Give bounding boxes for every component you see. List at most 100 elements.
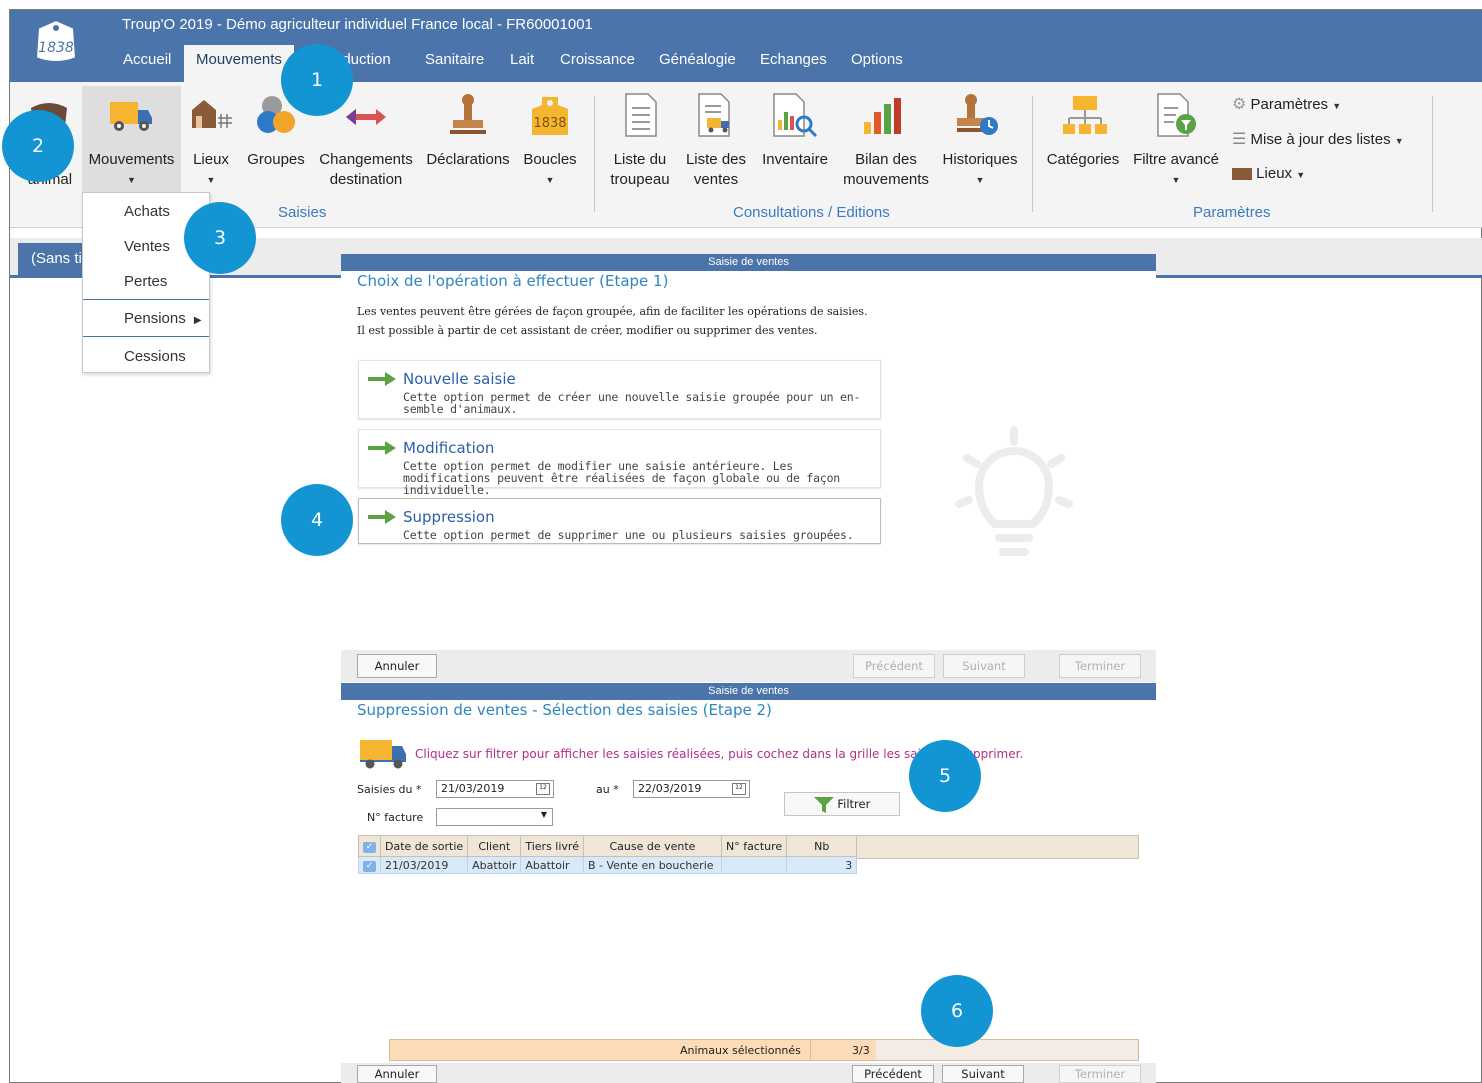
- ribbon-parametres-menu[interactable]: ⚙ Paramètres ▼: [1232, 95, 1341, 116]
- table-row[interactable]: ✓ 21/03/2019 Abattoir Abattoir B - Vente…: [358, 856, 858, 874]
- previous-button[interactable]: Précédent: [852, 1065, 934, 1083]
- sales-grid: ✓ Date de sortie Client Tiers livré Caus…: [358, 835, 858, 874]
- green-arrow-icon: [368, 372, 396, 386]
- gear-icon: ⚙: [1232, 96, 1247, 113]
- wizard-step2: Saisie de ventes Suppression de ventes -…: [341, 683, 1156, 1083]
- label-au: au *: [596, 783, 619, 796]
- previous-button[interactable]: Précédent: [853, 654, 935, 678]
- ribbon-separator: [594, 96, 595, 212]
- date-from-field[interactable]: 21/03/2019 12: [436, 780, 554, 798]
- grid-header-row: ✓ Date de sortie Client Tiers livré Caus…: [358, 835, 858, 857]
- truck-icon: [360, 740, 406, 769]
- option-suppression[interactable]: Suppression Cette option permet de suppr…: [358, 498, 881, 544]
- ribbon-mouvements[interactable]: Mouvements ▼: [82, 150, 181, 190]
- calendar-icon[interactable]: 12: [536, 783, 550, 795]
- chevron-right-icon: ▶: [193, 315, 202, 326]
- grid-header-client[interactable]: Client: [467, 835, 522, 857]
- svg-text:1838: 1838: [533, 116, 566, 131]
- ribbon-changements-line2: destination: [329, 171, 403, 188]
- ribbon-changements-destination[interactable]: Changements destination: [313, 150, 419, 190]
- farm-building-icon: [1232, 168, 1252, 181]
- ribbon-lieux[interactable]: Lieux ▼: [188, 150, 234, 190]
- svg-text:1838: 1838: [38, 40, 74, 56]
- facture-select[interactable]: ▼: [436, 808, 553, 826]
- bar-chart-icon: [864, 98, 901, 134]
- chevron-down-icon: ▼: [540, 810, 547, 819]
- ribbon-inventaire-label[interactable]: Inventaire: [757, 150, 833, 170]
- selected-value: 3/3: [852, 1044, 870, 1057]
- cancel-button[interactable]: Annuler: [357, 654, 437, 678]
- grid-header-tiers[interactable]: Tiers livré: [520, 835, 584, 857]
- dropdown-item-pensions[interactable]: Pensions ▶: [83, 310, 209, 327]
- ribbon-mouvements-label: Mouvements: [88, 151, 175, 168]
- grid-header-date[interactable]: Date de sortie: [379, 835, 469, 857]
- next-button[interactable]: Suivant: [943, 654, 1025, 678]
- lightbulb-icon: [955, 426, 1073, 556]
- ribbon-parametres-label: Paramètres: [1250, 96, 1329, 113]
- label-facture: N° facture: [367, 811, 424, 824]
- ribbon-declarations-label[interactable]: Déclarations: [422, 150, 514, 170]
- menu-genealogie[interactable]: Généalogie: [659, 50, 736, 70]
- cell-client: Abattoir: [467, 856, 522, 874]
- ribbon-lieux-menu[interactable]: Lieux ▼: [1232, 164, 1305, 185]
- ribbon-liste-ventes-line1: Liste des: [685, 151, 747, 168]
- truck-icon: [110, 102, 152, 131]
- menu-sanitaire[interactable]: Sanitaire: [425, 50, 484, 70]
- filter-button[interactable]: Filtrer: [784, 792, 900, 816]
- ribbon-boucles-label: Boucles: [523, 151, 577, 168]
- menu-mouvements[interactable]: Mouvements: [184, 45, 294, 82]
- option-title: Modification: [403, 439, 495, 457]
- chevron-down-icon: ▼: [1171, 175, 1181, 185]
- label-saisies-du: Saisies du *: [357, 783, 422, 796]
- menu-options[interactable]: Options: [851, 50, 903, 70]
- ribbon-boucles[interactable]: Boucles ▼: [520, 150, 580, 190]
- date-to-field[interactable]: 22/03/2019 12: [633, 780, 750, 798]
- ribbon-lieux-label: Lieux: [193, 151, 229, 168]
- check-icon: ✓: [363, 842, 376, 853]
- grid-header-cause[interactable]: Cause de vente: [582, 835, 722, 857]
- ribbon-categories-label[interactable]: Catégories: [1042, 150, 1124, 170]
- finish-button[interactable]: Terminer: [1059, 654, 1141, 678]
- ribbon-maj-listes-menu[interactable]: ☰ Mise à jour des listes ▼: [1232, 130, 1404, 151]
- chevron-down-icon: ▼: [127, 175, 136, 185]
- chevron-down-icon: ▼: [545, 175, 555, 185]
- ribbon-groupes-label[interactable]: Groupes: [243, 150, 309, 170]
- dropdown-item-pertes[interactable]: Pertes: [83, 273, 209, 290]
- menu-lait[interactable]: Lait: [510, 50, 534, 70]
- ribbon-liste-troupeau[interactable]: Liste du troupeau: [604, 150, 676, 190]
- green-arrow-icon: [368, 510, 396, 524]
- stamp-icon: [450, 94, 486, 134]
- grid-header-nb[interactable]: Nb: [786, 835, 858, 857]
- finish-button[interactable]: Terminer: [1059, 1065, 1141, 1083]
- dropdown-item-cessions[interactable]: Cessions: [83, 348, 209, 365]
- callout-4: 4: [281, 484, 353, 556]
- grid-header-facture[interactable]: N° facture: [720, 835, 788, 857]
- chevron-down-icon: ▼: [1332, 101, 1342, 111]
- menu-croissance[interactable]: Croissance: [560, 50, 635, 70]
- menu-echanges[interactable]: Echanges: [760, 50, 827, 70]
- cancel-button[interactable]: Annuler: [357, 1065, 437, 1083]
- menu-accueil[interactable]: Accueil: [123, 50, 171, 70]
- callout-2: 2: [2, 110, 74, 182]
- ribbon-lieux-menu-label: Lieux: [1256, 165, 1293, 182]
- inventory-chart-icon: [773, 93, 818, 138]
- grid-header-select[interactable]: ✓: [358, 835, 381, 857]
- ribbon-historiques[interactable]: Historiques ▼: [937, 150, 1023, 190]
- ribbon-liste-ventes[interactable]: Liste des ventes: [680, 150, 752, 190]
- callout-5: 5: [909, 740, 981, 812]
- next-button[interactable]: Suivant: [942, 1065, 1024, 1083]
- wizard-header: Saisie de ventes: [341, 683, 1156, 700]
- ribbon-bilan-line2: mouvements: [843, 171, 929, 188]
- option-modification[interactable]: Modification Cette option permet de modi…: [358, 429, 881, 496]
- ribbon-liste-ventes-line2: ventes: [693, 171, 739, 188]
- row-checkbox[interactable]: ✓: [358, 856, 381, 874]
- app-logo: 1838: [34, 18, 78, 63]
- calendar-icon[interactable]: 12: [732, 783, 746, 795]
- option-nouvelle-saisie[interactable]: Nouvelle saisie Cette option permet de c…: [358, 360, 881, 419]
- ribbon-filtre-avance[interactable]: Filtre avancé ▼: [1128, 150, 1224, 190]
- filter-button-label: Filtrer: [837, 797, 871, 811]
- ribbon-bilan-mouvements[interactable]: Bilan des mouvements: [834, 150, 938, 190]
- dropdown-item-pensions-label: Pensions: [124, 310, 186, 327]
- chevron-down-icon: ▼: [1394, 136, 1404, 146]
- ribbon-historiques-label: Historiques: [942, 151, 1018, 168]
